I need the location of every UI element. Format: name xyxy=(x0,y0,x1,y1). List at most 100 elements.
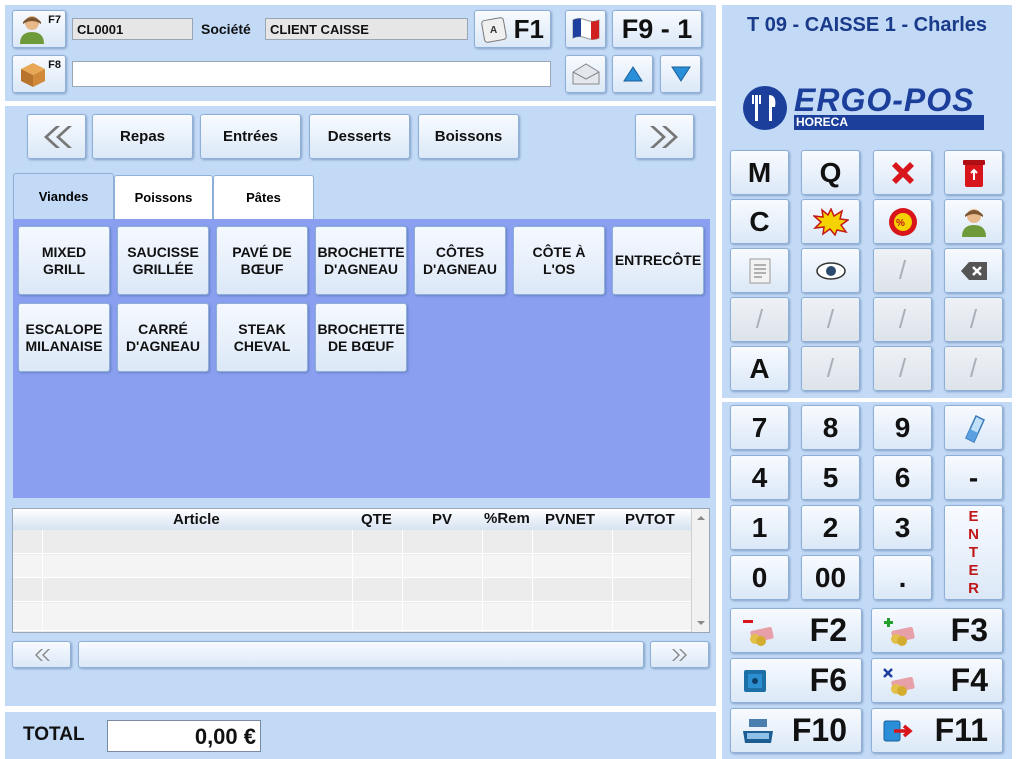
user-icon xyxy=(20,16,44,44)
c-button[interactable]: C xyxy=(730,199,789,244)
client-button[interactable] xyxy=(944,199,1003,244)
trash-button[interactable] xyxy=(944,150,1003,195)
triangle-up-icon xyxy=(622,66,643,82)
client-code-field[interactable]: CL0001 xyxy=(72,18,193,40)
fork-knife-icon xyxy=(743,86,787,130)
product-item[interactable]: CARRÉ D'AGNEAU xyxy=(117,303,209,372)
product-item[interactable]: PAVÉ DE BŒUF xyxy=(216,226,308,295)
enter-button[interactable]: E N T E R xyxy=(944,505,1003,600)
product-item[interactable]: MIXED GRILL xyxy=(18,226,110,295)
col-divider xyxy=(482,530,483,630)
view-button[interactable] xyxy=(801,248,860,293)
empty-key: / xyxy=(873,346,932,391)
language-flag-button[interactable] xyxy=(565,10,606,48)
envelope-icon xyxy=(572,63,599,85)
add-money-icon xyxy=(884,618,915,646)
key-minus[interactable]: - xyxy=(944,455,1003,500)
f11-button[interactable]: F11 xyxy=(871,708,1003,753)
scroll-up-arrow-icon xyxy=(697,516,705,520)
exit-icon xyxy=(883,720,913,742)
double-chevron-left-icon xyxy=(43,125,72,148)
q-button[interactable]: Q xyxy=(801,150,860,195)
f3-button[interactable]: F3 xyxy=(871,608,1003,653)
product-item[interactable]: BROCHETTE DE BŒUF xyxy=(315,303,407,372)
col-divider xyxy=(402,530,403,630)
key-8[interactable]: 8 xyxy=(801,405,860,450)
key-3[interactable]: 3 xyxy=(873,505,932,550)
pos-window: F7 CL0001 Société CLIENT CAISSE A F1 F9 … xyxy=(0,0,1017,759)
product-item[interactable]: STEAK CHEVAL xyxy=(216,303,308,372)
scroll-down-button[interactable] xyxy=(660,55,701,93)
category-desserts[interactable]: Desserts xyxy=(309,114,410,159)
f6-label: F6 xyxy=(809,662,847,698)
product-item[interactable]: CÔTE À L'OS xyxy=(513,226,605,295)
col-divider xyxy=(42,530,43,630)
key-0[interactable]: 0 xyxy=(730,555,789,600)
svg-text:A: A xyxy=(490,25,497,36)
m-button[interactable]: M xyxy=(730,150,789,195)
trash-icon xyxy=(962,159,985,187)
scroll-down-arrow-icon xyxy=(697,621,705,625)
key-9[interactable]: 9 xyxy=(873,405,932,450)
category-repas[interactable]: Repas xyxy=(92,114,193,159)
key-4[interactable]: 4 xyxy=(730,455,789,500)
remove-money-icon xyxy=(743,620,774,646)
backspace-icon xyxy=(960,261,987,280)
total-label: TOTAL xyxy=(23,724,85,745)
col-pvtot: PVTOT xyxy=(625,511,675,528)
f10-button[interactable]: F10 xyxy=(730,708,862,753)
a-button[interactable]: A xyxy=(730,346,789,391)
product-item[interactable]: SAUCISSE GRILLÉE xyxy=(117,226,209,295)
note-button[interactable] xyxy=(730,248,789,293)
backspace-button[interactable] xyxy=(944,248,1003,293)
discount-burst-button[interactable] xyxy=(801,199,860,244)
multiply-money-icon xyxy=(883,668,915,696)
col-qte: QTE xyxy=(361,511,392,528)
triangle-down-icon xyxy=(670,66,691,82)
f11-label: F11 xyxy=(934,712,988,748)
empty-key: / xyxy=(801,346,860,391)
product-item[interactable]: ESCALOPE MILANAISE xyxy=(18,303,110,372)
key-dot[interactable]: . xyxy=(873,555,932,600)
category-prev-button[interactable] xyxy=(27,114,86,159)
f1-keyboard-button[interactable]: A F1 xyxy=(474,10,551,48)
message-button[interactable] xyxy=(565,55,606,93)
category-entrees[interactable]: Entrées xyxy=(200,114,301,159)
eye-icon xyxy=(815,261,846,280)
user-icon xyxy=(961,208,986,237)
key-5[interactable]: 5 xyxy=(801,455,860,500)
key-6[interactable]: 6 xyxy=(873,455,932,500)
page-next-button[interactable] xyxy=(650,641,709,668)
table-scrollbar[interactable] xyxy=(691,509,709,632)
cash-register-icon xyxy=(743,719,773,743)
tab-pates[interactable]: Pâtes xyxy=(213,175,314,219)
key-7[interactable]: 7 xyxy=(730,405,789,450)
f6-button[interactable]: F6 xyxy=(730,658,862,703)
clear-button[interactable] xyxy=(944,405,1003,450)
category-next-button[interactable] xyxy=(635,114,694,159)
key-1[interactable]: 1 xyxy=(730,505,789,550)
societe-field[interactable]: CLIENT CAISSE xyxy=(265,18,468,40)
key-00[interactable]: 00 xyxy=(801,555,860,600)
page-prev-button[interactable] xyxy=(12,641,71,668)
tab-poissons[interactable]: Poissons xyxy=(114,175,213,219)
search-input[interactable] xyxy=(72,61,551,87)
f3-label: F3 xyxy=(950,612,988,648)
f2-button[interactable]: F2 xyxy=(730,608,862,653)
product-item[interactable]: CÔTES D'AGNEAU xyxy=(414,226,506,295)
product-item[interactable]: BROCHETTE D'AGNEAU xyxy=(315,226,407,295)
red-x-icon xyxy=(891,161,914,184)
key-2[interactable]: 2 xyxy=(801,505,860,550)
discount-percent-button[interactable]: % xyxy=(873,199,932,244)
category-boissons[interactable]: Boissons xyxy=(418,114,519,159)
scroll-up-button[interactable] xyxy=(612,55,653,93)
f7-client-button[interactable]: F7 xyxy=(12,10,66,48)
terminal-title: T 09 - CAISSE 1 - Charles xyxy=(746,14,988,36)
cancel-button[interactable] xyxy=(873,150,932,195)
product-item[interactable]: ENTRECÔTE xyxy=(612,226,704,295)
page-bar[interactable] xyxy=(78,641,644,668)
tab-viandes[interactable]: Viandes xyxy=(13,173,114,219)
f4-button[interactable]: F4 xyxy=(871,658,1003,703)
f9-button[interactable]: F9 - 1 xyxy=(612,10,702,48)
f8-article-button[interactable]: F8 xyxy=(12,55,66,93)
